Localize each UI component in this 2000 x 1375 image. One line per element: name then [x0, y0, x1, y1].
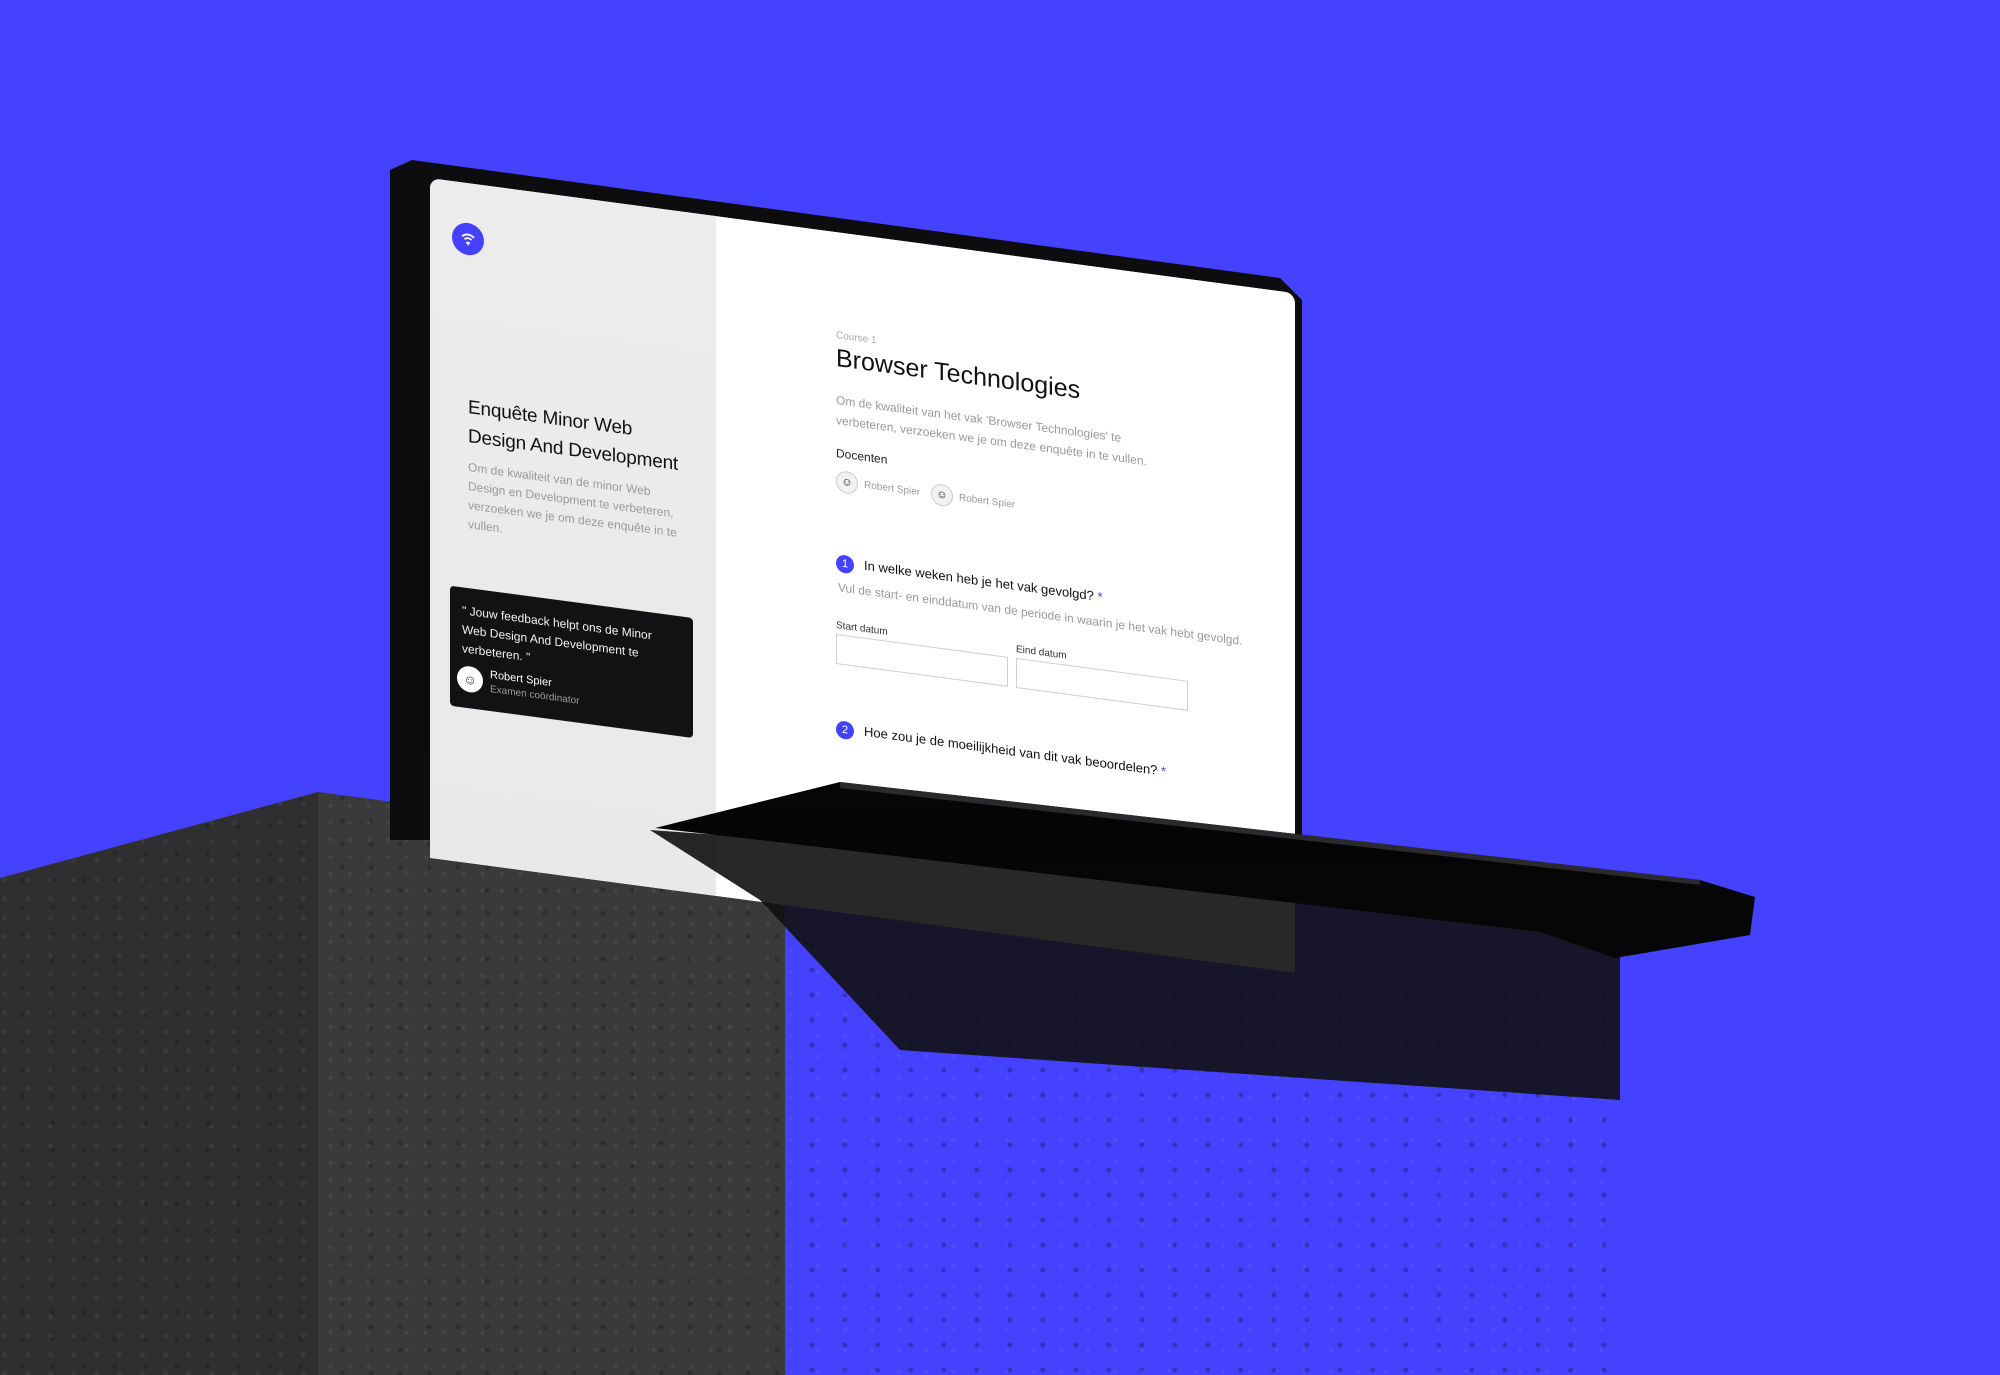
avatar: ☺: [931, 482, 953, 508]
question-2-label: Hoe zou je de moeilijkheid van dit vak b…: [864, 724, 1166, 779]
avatar: ☺: [836, 469, 858, 495]
required-marker: *: [1161, 763, 1167, 779]
question-number-badge: 2: [836, 719, 854, 741]
avatar: ☺: [457, 664, 483, 695]
start-date-input[interactable]: [836, 633, 1008, 687]
teacher-item: ☺ Robert Spier: [931, 482, 1016, 516]
sidebar: Enquête Minor Web Design And Development…: [430, 178, 716, 897]
teacher-name: Robert Spier: [864, 479, 921, 498]
wifi-icon: [461, 233, 475, 246]
required-marker: *: [1097, 588, 1103, 605]
survey-main: Course 1 Browser Technologies Om de kwal…: [836, 232, 1256, 779]
teacher-name: Robert Spier: [959, 491, 1016, 511]
quote-card: " Jouw feedback helpt ons de Minor Web D…: [450, 585, 693, 738]
quote-author-role: Examen coördinator: [490, 683, 580, 707]
question-number-badge: 1: [836, 553, 854, 575]
end-date-input[interactable]: [1016, 657, 1188, 711]
wifi-logo-icon[interactable]: [452, 220, 484, 258]
question-text: Hoe zou je de moeilijkheid van dit vak b…: [864, 723, 1158, 778]
teacher-item: ☺ Robert Spier: [836, 469, 921, 503]
teachers-label: Docenten: [836, 445, 888, 467]
